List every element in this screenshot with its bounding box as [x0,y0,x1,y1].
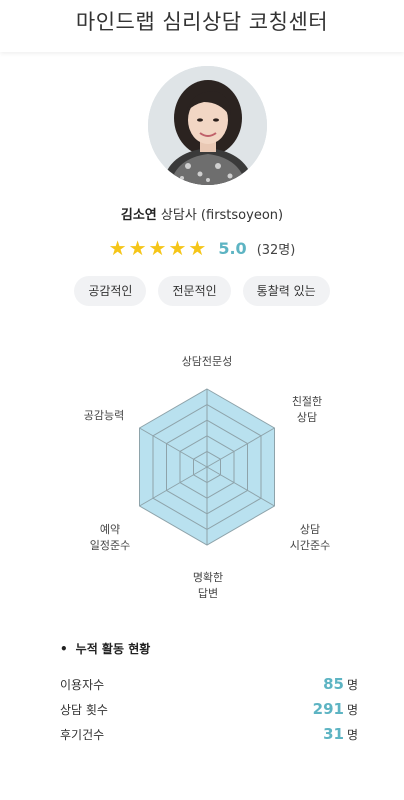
tag-chip: 전문적인 [158,276,231,306]
stat-value: 31 [323,725,344,743]
stat-row-users: 이용자수 85 명 [60,674,358,694]
star-icon: ★ [168,236,187,260]
star-rating: ★ ★ ★ ★ ★ [109,238,207,258]
rating-score: 5.0 [218,238,247,258]
radar-label-kindness: 친절한 상담 [291,395,323,424]
stat-value: 291 [312,700,344,718]
star-icon: ★ [148,236,167,260]
radar-label-schedule: 예약 일정준수 [89,523,131,552]
bullet-icon: • [60,642,68,656]
counselor-role: 상담사 (firstsoyeon) [160,208,284,223]
tag-chip: 공감적인 [74,276,147,306]
radar-label-punctuality: 상담 시간준수 [289,523,331,552]
stat-row-reviews: 후기건수 31 명 [60,724,358,744]
keyword-tags: 공감적인 전문적인 통찰력 있는 [0,276,404,306]
stat-unit: 명 [346,728,358,742]
rating-count: (32명) [256,242,296,258]
star-icon: ★ [188,236,207,260]
stat-value: 85 [323,675,344,693]
stats-section-title: • 누적 활동 현황 [60,642,151,656]
skill-radar-chart: 상담전문성 친절한 상담 상담 시간준수 명확한 답변 예약 일정준수 공감능력 [0,340,404,610]
stat-label: 상담 횟수 [60,702,108,717]
stat-unit: 명 [346,703,358,717]
stat-unit: 명 [346,678,358,692]
page-title: 마인드랩 심리상담 코칭센터 [75,10,329,34]
counselor-avatar [148,66,267,185]
star-icon: ★ [108,236,127,260]
counselor-name-line: 김소연 상담사 (firstsoyeon) [0,204,404,223]
counselor-name: 김소연 [120,208,157,223]
tag-chip: 통찰력 있는 [242,276,330,306]
app-header: 마인드랩 심리상담 코칭센터 [0,0,404,52]
stat-label: 후기건수 [60,727,105,742]
radar-label-expertise: 상담전문성 [181,355,233,368]
rating-row: ★ ★ ★ ★ ★ 5.0 (32명) [0,236,404,260]
stat-label: 이용자수 [60,677,105,692]
stat-row-sessions: 상담 횟수 291 명 [60,699,358,719]
radar-label-empathy: 공감능력 [83,409,125,422]
radar-label-clarity: 명확한 답변 [192,571,224,600]
star-icon: ★ [128,236,147,260]
